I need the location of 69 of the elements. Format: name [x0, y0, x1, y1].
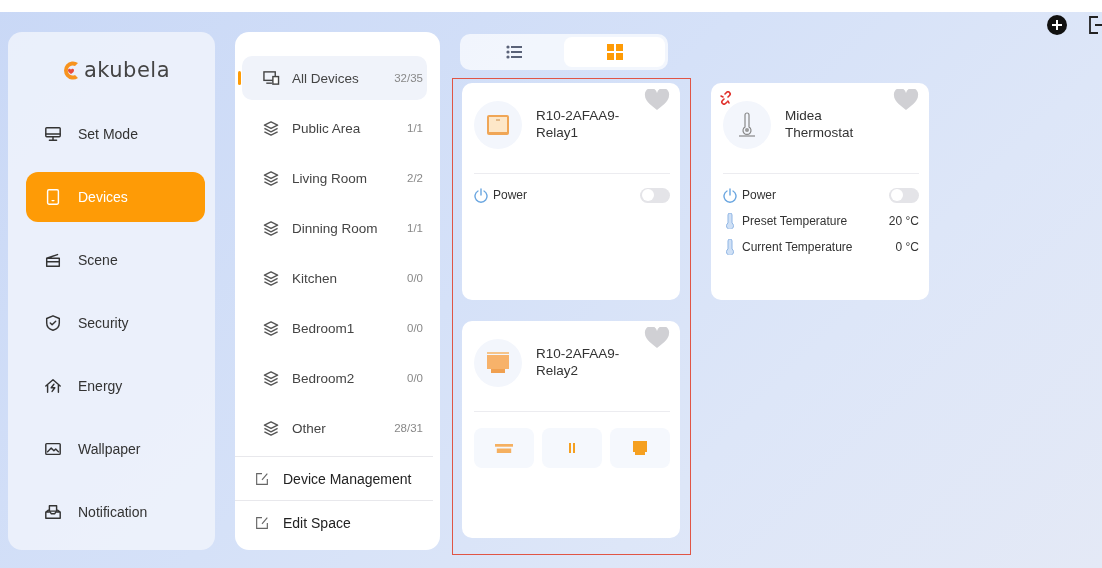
control-value: 20 °C	[888, 214, 919, 228]
brand-name: akubela	[83, 57, 171, 82]
curtain-close-button[interactable]	[610, 428, 670, 468]
space-item[interactable]: Living Room 2/2	[242, 156, 427, 200]
shield-icon	[44, 314, 62, 333]
panel-switch-icon	[474, 101, 522, 149]
device-name: Midea Thermostat	[785, 107, 855, 141]
power-icon	[474, 187, 488, 203]
control-label: Power	[493, 188, 528, 202]
add-button[interactable]	[1046, 14, 1068, 36]
inbox-icon	[44, 503, 62, 522]
add-icon	[1046, 14, 1068, 36]
control-value: 0 °C	[895, 240, 919, 254]
toggle-switch[interactable]	[640, 187, 670, 203]
layers-icon	[262, 270, 280, 286]
monitor-icon	[44, 125, 62, 144]
space-item[interactable]: Other 28/31	[242, 406, 427, 450]
device-name: R10-2AFAA9-Relay2	[536, 345, 621, 379]
thermometer-icon	[723, 213, 737, 229]
curtain-open-button[interactable]	[474, 428, 534, 468]
curtain-icon	[474, 339, 522, 387]
layers-icon	[262, 170, 280, 186]
thermometer-icon	[723, 101, 771, 149]
device-count: 0/0	[407, 272, 423, 284]
control-label: Power	[742, 188, 777, 202]
device-count: 0/0	[407, 322, 423, 334]
layers-icon	[262, 120, 280, 136]
device-count: 28/31	[394, 422, 423, 434]
nav-item[interactable]: Set Mode	[26, 109, 205, 160]
device-name: R10-2AFAA9-Relay1	[536, 107, 621, 141]
space-item[interactable]: Bedroom2 0/0	[242, 356, 427, 400]
nav-item[interactable]: Energy	[26, 361, 205, 412]
curtain-open-icon	[495, 443, 513, 453]
thermometer-icon	[723, 239, 737, 255]
curtain-closed-icon	[630, 438, 650, 458]
layers-icon	[262, 220, 280, 236]
toggle-switch[interactable]	[889, 187, 919, 203]
power-icon	[723, 187, 737, 203]
device-count: 32/35	[394, 72, 423, 84]
clapperboard-icon	[44, 251, 62, 270]
edit-icon	[253, 514, 271, 531]
space-item[interactable]: Public Area 1/1	[242, 106, 427, 150]
devices-icon	[262, 70, 280, 86]
device-count: 1/1	[407, 122, 423, 134]
list-icon	[504, 43, 523, 61]
control-label: Preset Temperature	[742, 214, 849, 228]
tablet-icon	[44, 188, 62, 207]
layers-icon	[262, 320, 280, 336]
nav-item[interactable]: Scene	[26, 235, 205, 286]
edit-icon	[253, 470, 271, 487]
grid-icon	[605, 43, 624, 61]
space-action-button[interactable]: Device Management	[235, 456, 433, 500]
device-count: 2/2	[407, 172, 423, 184]
space-item[interactable]: Bedroom1 0/0	[242, 306, 427, 350]
space-item[interactable]: Dinning Room 1/1	[242, 206, 427, 250]
layers-icon	[262, 370, 280, 386]
device-count: 0/0	[407, 372, 423, 384]
layers-icon	[262, 420, 280, 436]
space-action-button[interactable]: Edit Space	[235, 500, 433, 544]
logout-button[interactable]	[1086, 14, 1102, 36]
pause-button[interactable]	[542, 428, 602, 468]
control-label: Current Temperature	[742, 240, 854, 254]
logout-icon	[1086, 14, 1102, 36]
nav-item[interactable]: Notification	[26, 487, 205, 537]
nav-item[interactable]: Security	[26, 298, 205, 349]
nav-item[interactable]: Wallpaper	[26, 424, 205, 475]
house-lightning-icon	[44, 377, 62, 396]
space-item[interactable]: Kitchen 0/0	[242, 256, 427, 300]
device-count: 1/1	[407, 222, 423, 234]
